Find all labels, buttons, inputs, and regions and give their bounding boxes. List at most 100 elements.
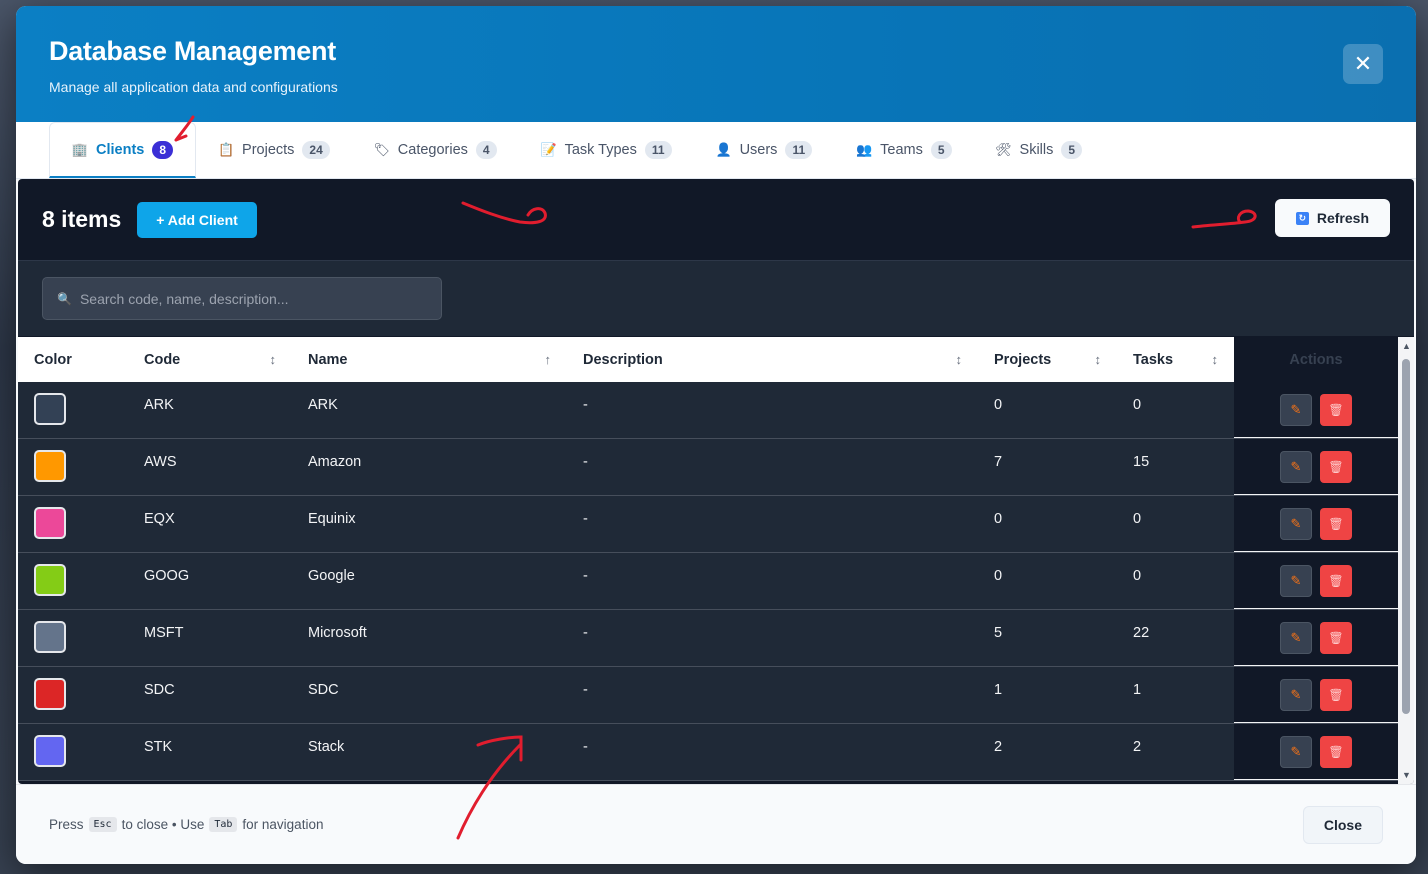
search-input[interactable] bbox=[79, 290, 427, 307]
table-header: Color Code ↕ Name ↑ Description ↕ Projects ↕… bbox=[18, 337, 1414, 382]
table-row[interactable]: STK Stack - 2 2 ✎ 🗑 bbox=[18, 724, 1414, 781]
tab-categories[interactable]: 🏷 Categories 4 bbox=[352, 122, 519, 178]
trash-icon[interactable]: 🗑 bbox=[1320, 621, 1352, 654]
tasks-cell: 0 bbox=[1133, 511, 1142, 527]
tab-label: Task Types bbox=[564, 142, 637, 158]
tab-label: Teams bbox=[880, 142, 923, 158]
name-cell: Google bbox=[308, 568, 355, 584]
tab-key: Tab bbox=[209, 817, 238, 832]
count-badge: 11 bbox=[785, 141, 813, 159]
tab-users[interactable]: 👤 Users 11 bbox=[694, 122, 835, 178]
tab-teams[interactable]: 👥 Teams 5 bbox=[834, 122, 973, 178]
header-color[interactable]: Color bbox=[18, 337, 128, 382]
tab-clients[interactable]: 🏢 Clients 8 bbox=[49, 122, 197, 178]
user-icon: 👤 bbox=[715, 142, 732, 157]
color-cell bbox=[18, 382, 128, 438]
count-badge: 5 bbox=[930, 141, 952, 159]
tab-label: Projects bbox=[242, 142, 295, 158]
tab-projects[interactable]: 📋 Projects 24 bbox=[196, 122, 352, 178]
search-icon: 🔍 bbox=[57, 291, 72, 306]
header-tasks[interactable]: Tasks ↕ bbox=[1117, 337, 1234, 382]
memo-icon: 📝 bbox=[540, 142, 557, 157]
projects-cell: 7 bbox=[994, 454, 1003, 470]
tasks-cell: 15 bbox=[1133, 454, 1150, 470]
name-cell: Equinix bbox=[308, 511, 356, 527]
name-cell: Stack bbox=[308, 739, 345, 755]
header-color-label: Color bbox=[34, 351, 72, 368]
hint-text: for navigation bbox=[242, 817, 324, 832]
sort-icon[interactable]: ↕ bbox=[1095, 352, 1102, 367]
hint-text: Press bbox=[49, 817, 84, 832]
trash-icon[interactable]: 🗑 bbox=[1320, 507, 1352, 540]
edit-icon[interactable]: ✎ bbox=[1280, 393, 1312, 426]
refresh-button[interactable]: ↻ Refresh bbox=[1274, 199, 1390, 237]
trash-icon[interactable]: 🗑 bbox=[1320, 678, 1352, 711]
code-cell: ARK bbox=[144, 397, 174, 413]
item-count: 8 items bbox=[42, 206, 122, 232]
edit-icon[interactable]: ✎ bbox=[1280, 450, 1312, 483]
sort-icon[interactable]: ↕ bbox=[956, 352, 963, 367]
projects-cell: 5 bbox=[994, 625, 1003, 641]
clients-table: Color Code ↕ Name ↑ Description ↕ Projects ↕… bbox=[18, 337, 1414, 784]
table-row[interactable]: SDC SDC - 1 1 ✎ 🗑 bbox=[18, 667, 1414, 724]
tab-label: Users bbox=[739, 142, 778, 158]
color-cell bbox=[18, 610, 128, 666]
tasks-cell: 2 bbox=[1133, 739, 1142, 755]
sort-icon[interactable]: ↕ bbox=[1212, 352, 1219, 367]
header-description[interactable]: Description ↕ bbox=[567, 337, 978, 382]
tab-bar: 🏢 Clients 8 📋 Projects 24 🏷 Categories 4 📝 Task Ty… bbox=[16, 122, 1416, 179]
actions-cell: ✎ 🗑 bbox=[1234, 610, 1398, 666]
edit-icon[interactable]: ✎ bbox=[1280, 564, 1312, 597]
description-cell: - bbox=[583, 625, 588, 641]
code-cell: STK bbox=[144, 739, 173, 755]
tasks-cell: 0 bbox=[1133, 397, 1142, 413]
edit-icon[interactable]: ✎ bbox=[1280, 678, 1312, 711]
edit-icon[interactable]: ✎ bbox=[1280, 735, 1312, 768]
scroll-down-icon[interactable]: ▼ bbox=[1402, 770, 1411, 780]
sort-ascending-icon[interactable]: ↑ bbox=[545, 352, 552, 367]
edit-icon[interactable]: ✎ bbox=[1280, 621, 1312, 654]
actions-cell: ✎ 🗑 bbox=[1234, 667, 1398, 723]
tab-skills[interactable]: 🛠 Skills 5 bbox=[974, 122, 1105, 178]
code-cell: GOOG bbox=[144, 568, 190, 584]
header-code[interactable]: Code ↕ bbox=[128, 337, 292, 382]
tag-icon: 🏷 bbox=[373, 142, 391, 157]
table-row[interactable]: ARK ARK - 0 0 ✎ 🗑 bbox=[18, 382, 1414, 439]
clipboard-icon: 📋 bbox=[217, 142, 235, 157]
name-cell: Microsoft bbox=[308, 625, 367, 641]
sort-icon[interactable]: ↕ bbox=[270, 352, 277, 367]
close-icon[interactable]: ✕ bbox=[1343, 44, 1383, 84]
table-row[interactable]: GOOG Google - 0 0 ✎ 🗑 bbox=[18, 553, 1414, 610]
table-row[interactable]: AWS Amazon - 7 15 ✎ 🗑 bbox=[18, 439, 1414, 496]
trash-icon[interactable]: 🗑 bbox=[1320, 450, 1352, 483]
projects-cell: 2 bbox=[994, 739, 1003, 755]
tab-label: Clients bbox=[96, 141, 145, 158]
vertical-scrollbar[interactable]: ▲ ▼ bbox=[1398, 337, 1414, 784]
building-icon: 🏢 bbox=[71, 141, 89, 157]
header-name[interactable]: Name ↑ bbox=[292, 337, 567, 382]
tasks-cell: 1 bbox=[1133, 682, 1142, 698]
scroll-up-icon[interactable]: ▲ bbox=[1402, 341, 1411, 351]
count-badge: 24 bbox=[302, 141, 330, 159]
close-button[interactable]: Close bbox=[1302, 806, 1383, 844]
actions-cell: ✎ 🗑 bbox=[1234, 724, 1398, 780]
header-tasks-label: Tasks bbox=[1133, 351, 1174, 368]
table-row[interactable]: MSFT Microsoft - 5 22 ✎ 🗑 bbox=[18, 610, 1414, 667]
tasks-cell: 22 bbox=[1133, 625, 1150, 641]
edit-icon[interactable]: ✎ bbox=[1280, 507, 1312, 540]
code-cell: AWS bbox=[144, 454, 177, 470]
toolbar: 8 items + Add Client ↻ Refresh bbox=[18, 179, 1414, 261]
scrollbar-thumb[interactable] bbox=[1402, 359, 1410, 714]
table-row[interactable]: EQX Equinix - 0 0 ✎ 🗑 bbox=[18, 496, 1414, 553]
description-cell: - bbox=[583, 739, 588, 755]
add-client-button[interactable]: + Add Client bbox=[137, 201, 257, 238]
trash-icon[interactable]: 🗑 bbox=[1320, 393, 1352, 426]
color-swatch bbox=[34, 678, 66, 710]
tab-label: Categories bbox=[397, 142, 468, 158]
color-swatch bbox=[34, 393, 66, 425]
trash-icon[interactable]: 🗑 bbox=[1320, 735, 1352, 768]
tab-task-types[interactable]: 📝 Task Types 11 bbox=[519, 122, 694, 178]
header-projects[interactable]: Projects ↕ bbox=[978, 337, 1117, 382]
trash-icon[interactable]: 🗑 bbox=[1320, 564, 1352, 597]
color-swatch bbox=[34, 564, 66, 596]
